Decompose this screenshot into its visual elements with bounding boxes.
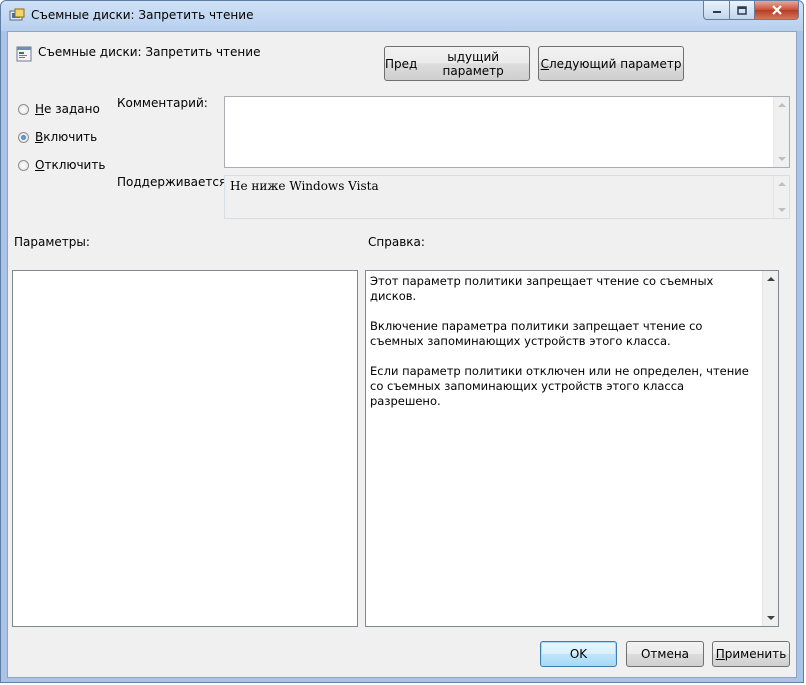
help-pane[interactable]: Этот параметр политики запрещает чтение …: [365, 270, 779, 627]
supported-field: Не ниже Windows Vista: [224, 175, 790, 219]
prev-label-before: Пре: [385, 56, 410, 71]
radio-disabled[interactable]: Отключить: [18, 158, 105, 172]
help-paragraph: Включение параметра политики запрещает ч…: [370, 319, 703, 348]
apply-button[interactable]: Применить: [712, 641, 790, 667]
radio-not-configured[interactable]: Не задано: [18, 102, 100, 116]
prev-label-after: ыдущий параметр: [442, 49, 504, 78]
ok-button[interactable]: OK: [540, 641, 617, 667]
dialog-client-area: Съемные диски: Запретить чтение Пре д ыдущ…: [7, 31, 797, 678]
radio-disabled-circle[interactable]: [18, 159, 29, 171]
next-label-after: ледующий параметр: [548, 56, 682, 71]
help-label: Справка:: [368, 235, 425, 249]
close-icon: [771, 5, 782, 15]
supported-value: Не ниже Windows Vista: [230, 179, 379, 193]
minimize-button[interactable]: [703, 1, 730, 20]
next-setting-button[interactable]: Следующий параметр: [538, 46, 684, 81]
help-paragraph: Этот параметр политики запрещает чтение …: [370, 274, 714, 303]
radio-enabled-accel: В: [35, 130, 44, 144]
next-label-accel: С: [540, 56, 549, 71]
scroll-down-icon[interactable]: [767, 616, 775, 620]
scroll-up-icon[interactable]: [778, 182, 786, 186]
comment-scrollbar[interactable]: [773, 97, 789, 167]
dialog-window: Съемные диски: Запретить чтение Съемные …: [0, 0, 804, 683]
help-text-block: Этот параметр политики запрещает чтение …: [366, 271, 762, 409]
help-scrollbar[interactable]: [762, 271, 778, 626]
comment-textarea[interactable]: [224, 96, 790, 168]
prev-label-accel: д: [409, 56, 418, 71]
radio-enabled-label: ключить: [43, 130, 98, 144]
caption-buttons: [703, 1, 799, 21]
help-paragraph: Если параметр политики отключен или не о…: [370, 364, 749, 408]
window-title: Съемные диски: Запретить чтение: [31, 8, 254, 22]
cancel-button[interactable]: Отмена: [626, 641, 704, 667]
radio-enabled-circle[interactable]: [18, 131, 29, 143]
previous-setting-button[interactable]: Пре д ыдущий параметр: [384, 46, 530, 81]
radio-not-configured-label: е задано: [44, 102, 100, 116]
maximize-button[interactable]: [730, 1, 755, 20]
options-pane[interactable]: [12, 270, 358, 627]
policy-name-heading: Съемные диски: Запретить чтение: [38, 45, 261, 59]
radio-not-configured-accel: Н: [35, 102, 45, 116]
comment-value: [225, 97, 789, 103]
title-bar[interactable]: Съемные диски: Запретить чтение: [1, 1, 803, 31]
apply-label-accel: П: [715, 647, 725, 661]
apply-label-rest: рименить: [724, 647, 787, 661]
scroll-down-icon[interactable]: [778, 157, 786, 161]
supported-scrollbar[interactable]: [773, 176, 789, 218]
params-label: Параметры:: [14, 235, 90, 249]
scroll-down-icon[interactable]: [778, 208, 786, 212]
minimize-icon: [712, 11, 721, 13]
close-button[interactable]: [755, 1, 799, 20]
scroll-up-icon[interactable]: [767, 277, 775, 281]
maximize-icon: [737, 5, 747, 15]
radio-enabled[interactable]: Включить: [18, 130, 97, 144]
policy-setting-icon: [16, 46, 32, 62]
radio-not-configured-circle[interactable]: [18, 103, 29, 115]
comment-label: Комментарий:: [117, 96, 208, 110]
supported-label: Поддерживается:: [117, 175, 231, 189]
radio-disabled-label: тключить: [44, 158, 106, 172]
scroll-up-icon[interactable]: [778, 103, 786, 107]
policy-app-icon: [9, 8, 25, 21]
